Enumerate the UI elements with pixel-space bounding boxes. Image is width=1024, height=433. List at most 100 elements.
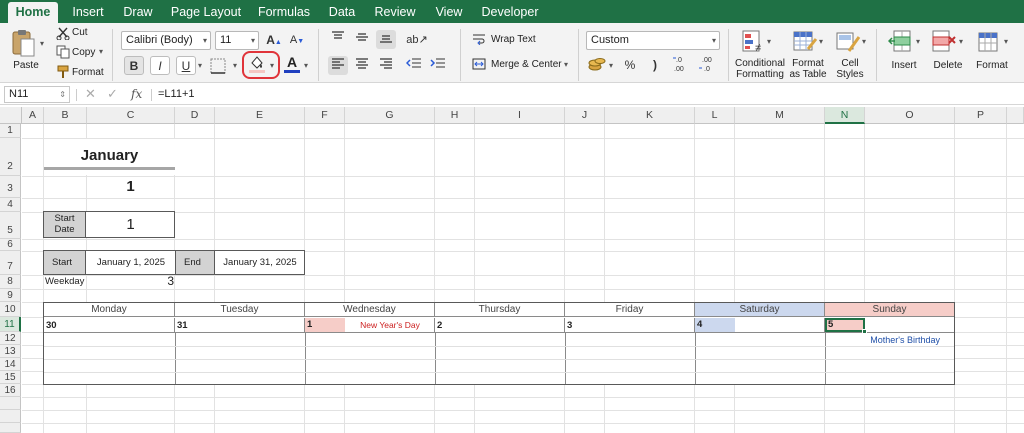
column-header-b[interactable]: B bbox=[44, 107, 87, 124]
copy-icon[interactable] bbox=[56, 45, 70, 62]
cancel-icon[interactable]: ✕ bbox=[85, 86, 96, 102]
font-color-button[interactable]: A bbox=[283, 54, 301, 74]
insert-dropdown-icon[interactable]: ▾ bbox=[916, 37, 920, 46]
increase-font-button[interactable]: A▲ bbox=[264, 31, 284, 50]
comma-style-button[interactable]: ) bbox=[645, 56, 665, 75]
cell-styles-icon[interactable] bbox=[835, 29, 861, 58]
orientation-button[interactable]: ab↗ bbox=[404, 30, 430, 49]
tab-page-layout[interactable]: Page Layout bbox=[166, 0, 246, 23]
wrap-text-icon[interactable] bbox=[472, 33, 486, 48]
cut-icon[interactable] bbox=[56, 26, 70, 43]
column-header-h[interactable]: H bbox=[435, 107, 475, 124]
align-middle-button[interactable] bbox=[352, 30, 372, 49]
paste-label[interactable]: Paste bbox=[10, 60, 42, 71]
cut-label[interactable]: Cut bbox=[72, 27, 88, 38]
fill-color-dropdown-icon[interactable]: ▾ bbox=[270, 61, 274, 70]
column-header-q[interactable] bbox=[1007, 107, 1024, 124]
row-header-13[interactable]: 13 bbox=[0, 345, 21, 358]
borders-dropdown-icon[interactable]: ▾ bbox=[233, 61, 237, 70]
tab-draw[interactable]: Draw bbox=[118, 0, 158, 23]
conditional-formatting-button[interactable]: Conditional Formatting bbox=[732, 58, 788, 80]
percent-button[interactable]: % bbox=[620, 56, 640, 75]
decrease-decimal-icon[interactable]: .00.0 bbox=[698, 54, 720, 77]
event-label[interactable]: Mother's Birthday bbox=[825, 334, 954, 346]
row-header-15[interactable]: 15 bbox=[0, 371, 21, 384]
column-header-j[interactable]: J bbox=[565, 107, 605, 124]
accounting-dropdown-icon[interactable]: ▾ bbox=[609, 61, 613, 70]
row-header-17[interactable] bbox=[0, 397, 21, 410]
column-header-n[interactable]: N bbox=[825, 107, 865, 124]
day-cell-tuesday[interactable]: 31 bbox=[175, 318, 305, 333]
format-cells-button[interactable]: Format bbox=[974, 60, 1010, 71]
format-cells-icon[interactable] bbox=[976, 29, 1002, 56]
font-name-select[interactable]: Calibri (Body) ▾ bbox=[121, 31, 211, 50]
tab-formulas[interactable]: Formulas bbox=[253, 0, 315, 23]
tab-developer[interactable]: Developer bbox=[477, 0, 543, 23]
row-header-19[interactable] bbox=[0, 423, 21, 433]
format-as-table-icon[interactable] bbox=[792, 29, 818, 58]
month-number[interactable]: 1 bbox=[87, 177, 174, 197]
conditional-formatting-icon[interactable]: ≠ bbox=[741, 29, 767, 58]
column-header-e[interactable]: E bbox=[215, 107, 305, 124]
tab-insert[interactable]: Insert bbox=[66, 0, 110, 23]
increase-decimal-icon[interactable]: .0.00 bbox=[672, 54, 694, 77]
paste-dropdown-icon[interactable]: ▾ bbox=[40, 39, 44, 48]
align-right-button[interactable] bbox=[376, 56, 396, 75]
column-header-k[interactable]: K bbox=[605, 107, 695, 124]
fill-color-icon[interactable] bbox=[248, 54, 266, 77]
row-header-10[interactable]: 10 bbox=[0, 302, 21, 317]
paste-icon[interactable] bbox=[10, 28, 36, 61]
format-as-table-dropdown-icon[interactable]: ▾ bbox=[819, 37, 823, 46]
align-center-button[interactable] bbox=[352, 56, 372, 75]
start-value[interactable]: January 1, 2025 bbox=[87, 251, 175, 274]
tab-home[interactable]: Home bbox=[8, 2, 58, 23]
underline-button[interactable]: U bbox=[176, 56, 196, 75]
insert-cells-button[interactable]: Insert bbox=[886, 60, 922, 71]
insert-function-icon[interactable]: fx bbox=[131, 87, 142, 101]
copy-label[interactable]: Copy bbox=[72, 47, 95, 58]
enter-icon[interactable]: ✓ bbox=[107, 86, 118, 102]
delete-dropdown-icon[interactable]: ▾ bbox=[959, 37, 963, 46]
column-header-i[interactable]: I bbox=[475, 107, 565, 124]
cell-styles-button[interactable]: Cell Styles bbox=[832, 58, 868, 80]
start-date-value[interactable]: 1 bbox=[87, 212, 174, 237]
day-cell-friday[interactable]: 3 bbox=[565, 318, 695, 333]
format-painter-label[interactable]: Format bbox=[72, 67, 104, 78]
row-header-18[interactable] bbox=[0, 410, 21, 423]
row-header-5[interactable]: 5 bbox=[0, 212, 21, 239]
delete-cells-icon[interactable] bbox=[931, 29, 957, 56]
accounting-format-icon[interactable] bbox=[587, 56, 607, 75]
italic-button[interactable]: I bbox=[150, 56, 170, 75]
row-header-9[interactable]: 9 bbox=[0, 289, 21, 302]
row-header-6[interactable]: 6 bbox=[0, 239, 21, 251]
merge-center-button[interactable]: Merge & Center bbox=[491, 59, 562, 70]
merge-center-icon[interactable] bbox=[472, 58, 486, 73]
row-header-16[interactable]: 16 bbox=[0, 384, 21, 397]
align-bottom-button[interactable] bbox=[376, 30, 396, 49]
wrap-text-button[interactable]: Wrap Text bbox=[491, 34, 536, 45]
column-header-f[interactable]: F bbox=[305, 107, 345, 124]
decrease-font-button[interactable]: A▼ bbox=[287, 31, 307, 50]
weekday-value[interactable]: 3 bbox=[150, 274, 174, 288]
align-top-button[interactable] bbox=[328, 30, 348, 49]
column-header-m[interactable]: M bbox=[735, 107, 825, 124]
align-left-button[interactable] bbox=[328, 56, 348, 75]
cell-styles-dropdown-icon[interactable]: ▾ bbox=[862, 37, 866, 46]
column-header-d[interactable]: D bbox=[175, 107, 215, 124]
select-all-corner[interactable] bbox=[0, 107, 22, 124]
row-header-2[interactable]: 2 bbox=[0, 138, 21, 176]
day-cell-monday[interactable]: 30 bbox=[44, 318, 175, 333]
end-value[interactable]: January 31, 2025 bbox=[216, 251, 304, 274]
insert-cells-icon[interactable] bbox=[887, 29, 914, 56]
font-size-select[interactable]: 11 ▾ bbox=[215, 31, 259, 50]
column-header-g[interactable]: G bbox=[345, 107, 435, 124]
day-cell-sunday[interactable]: 5 bbox=[825, 318, 954, 334]
merge-dropdown-icon[interactable]: ▾ bbox=[564, 60, 568, 69]
column-header-c[interactable]: C bbox=[87, 107, 175, 124]
row-header-3[interactable]: 3 bbox=[0, 176, 21, 198]
column-header-o[interactable]: O bbox=[865, 107, 955, 124]
column-header-l[interactable]: L bbox=[695, 107, 735, 124]
tab-review[interactable]: Review bbox=[369, 0, 421, 23]
month-title-cell[interactable]: January bbox=[44, 139, 175, 175]
row-header-8[interactable]: 8 bbox=[0, 275, 21, 289]
